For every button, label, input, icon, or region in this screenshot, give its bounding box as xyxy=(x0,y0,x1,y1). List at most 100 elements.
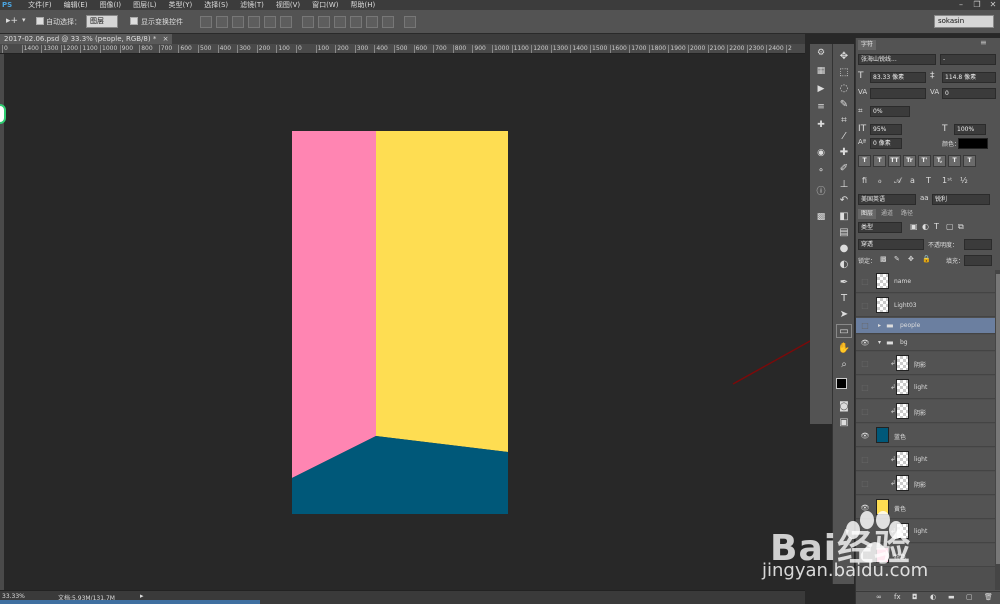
move-tool-icon[interactable]: ▸+ xyxy=(6,16,18,26)
menu-item[interactable]: 窗口(W) xyxy=(312,0,338,10)
hand-tool-icon[interactable]: ✋ xyxy=(836,342,852,356)
info-icon[interactable]: ⓘ xyxy=(813,184,829,197)
distribute-right-icon[interactable] xyxy=(382,16,394,28)
quick-mask-icon[interactable]: ◙ xyxy=(836,400,852,414)
styles-icon[interactable]: ✚ xyxy=(813,120,829,132)
new-layer-icon[interactable]: ▢ xyxy=(966,593,973,601)
visibility-eye-icon[interactable]: □ xyxy=(860,455,870,465)
type-style-button[interactable]: T xyxy=(948,155,961,167)
navigator-icon[interactable]: ▩ xyxy=(813,212,829,224)
menu-item[interactable]: 图像(I) xyxy=(100,0,122,10)
visibility-eye-icon[interactable]: □ xyxy=(860,383,870,393)
brush-tool-icon[interactable]: ✐ xyxy=(836,162,852,176)
visibility-eye-icon[interactable]: □ xyxy=(860,301,870,311)
menu-item[interactable]: 编辑(E) xyxy=(64,0,88,10)
close-window-icon[interactable]: ✕ xyxy=(986,0,1000,10)
align-right-icon[interactable] xyxy=(280,16,292,28)
swash-icon[interactable]: 𝒜 xyxy=(894,176,902,186)
document-tab[interactable]: 2017-02.06.psd @ 33.3% (people, RGB/8) *… xyxy=(0,34,173,44)
type-style-button[interactable]: T, xyxy=(933,155,946,167)
distribute-vcenter-icon[interactable] xyxy=(318,16,330,28)
stamp-tool-icon[interactable]: ⊥ xyxy=(836,178,852,192)
menu-item[interactable]: 文件(F) xyxy=(28,0,52,10)
auto-select-checkbox[interactable] xyxy=(36,17,44,25)
fx-icon[interactable]: fx xyxy=(894,593,901,601)
brush-preset-icon[interactable]: ◉ xyxy=(813,148,829,160)
baseline-field[interactable]: 0 像素 xyxy=(870,138,902,149)
visibility-eye-icon[interactable]: □ xyxy=(860,407,870,417)
align-top-icon[interactable] xyxy=(200,16,212,28)
crop-tool-icon[interactable]: ⌗ xyxy=(836,114,852,128)
align-bottom-icon[interactable] xyxy=(232,16,244,28)
layers-panel-tab[interactable]: 通道 xyxy=(878,209,896,219)
type-style-button[interactable]: T xyxy=(873,155,886,167)
group-expand-icon[interactable]: ▾ xyxy=(878,339,881,346)
actions-icon[interactable]: ▶ xyxy=(813,84,829,96)
status-arrow-icon[interactable]: ▸ xyxy=(140,592,144,600)
lasso-tool-icon[interactable]: ◌ xyxy=(836,82,852,96)
lock-position-icon[interactable]: ✥ xyxy=(908,255,914,263)
visibility-eye-icon[interactable]: □ xyxy=(860,321,870,331)
panel-menu-icon[interactable]: ≡ xyxy=(980,38,987,47)
menu-item[interactable]: 滤镜(T) xyxy=(240,0,264,10)
auto-align-icon[interactable] xyxy=(404,16,416,28)
align-hcenter-icon[interactable] xyxy=(264,16,276,28)
layers-scrollbar[interactable] xyxy=(995,270,1000,590)
visibility-eye-icon[interactable]: □ xyxy=(860,479,870,489)
menu-item[interactable]: 选择(S) xyxy=(204,0,228,10)
hscale-field[interactable]: 100% xyxy=(954,124,986,135)
distribute-top-icon[interactable] xyxy=(302,16,314,28)
healing-brush-icon[interactable]: ✚ xyxy=(836,146,852,160)
gradient-tool-icon[interactable]: ▤ xyxy=(836,226,852,240)
eyedropper-icon[interactable]: ⁄ xyxy=(836,130,852,144)
layer-row[interactable]: □ Light03 xyxy=(856,294,995,317)
font-style-select[interactable]: - xyxy=(940,54,996,65)
quick-select-icon[interactable]: ✎ xyxy=(836,98,852,112)
menu-item[interactable]: 视图(V) xyxy=(276,0,300,10)
visibility-eye-icon[interactable]: 👁 xyxy=(860,431,870,441)
lock-transparent-icon[interactable]: ▩ xyxy=(880,255,887,263)
zoom-tool-icon[interactable]: ⌕ xyxy=(836,358,852,372)
filter-pixel-icon[interactable]: ▣ xyxy=(910,222,918,231)
distribute-bottom-icon[interactable] xyxy=(334,16,346,28)
type-style-button[interactable]: T xyxy=(858,155,871,167)
menu-item[interactable]: 类型(Y) xyxy=(168,0,192,10)
lock-all-icon[interactable]: 🔒 xyxy=(922,255,931,263)
antialias-select[interactable]: 锐利 xyxy=(932,194,990,205)
blur-tool-icon[interactable]: ● xyxy=(836,242,852,256)
menu-item[interactable]: 帮助(H) xyxy=(351,0,376,10)
type-style-button[interactable]: Tr xyxy=(903,155,916,167)
layer-row[interactable]: 👁 蓝色 xyxy=(856,424,995,447)
visibility-eye-icon[interactable]: 👁 xyxy=(860,338,870,348)
distribute-hcenter-icon[interactable] xyxy=(366,16,378,28)
filter-shape-icon[interactable]: ▢ xyxy=(946,222,954,231)
font-family-select[interactable]: 张海山锐线... xyxy=(858,54,936,65)
text-color-swatch[interactable] xyxy=(958,138,988,149)
zoom-level[interactable]: 33.33% xyxy=(2,593,25,600)
move-tool-icon[interactable]: ✥ xyxy=(836,50,852,64)
tracking-field[interactable]: 0 xyxy=(942,88,996,99)
fraction-icon[interactable]: ½ xyxy=(960,176,968,185)
link-icon[interactable]: ∞ xyxy=(876,593,882,601)
filter-adjust-icon[interactable]: ◐ xyxy=(922,222,929,231)
adjust-icon[interactable]: ≡ xyxy=(813,102,829,114)
clone-source-icon[interactable]: ⚬ xyxy=(813,166,829,178)
dodge-tool-icon[interactable]: ◐ xyxy=(836,258,852,272)
type-style-button[interactable]: T xyxy=(963,155,976,167)
history-icon[interactable]: ⚙ xyxy=(813,48,829,60)
tab-character[interactable]: 字符 xyxy=(858,40,877,50)
pen-tool-icon[interactable]: ✒ xyxy=(836,276,852,290)
group-expand-icon[interactable]: ▸ xyxy=(878,322,881,329)
font-size-field[interactable]: 83.33 像素 xyxy=(870,72,926,83)
screen-mode-icon[interactable]: ▣ xyxy=(836,416,852,430)
menu-item[interactable]: 图层(L) xyxy=(133,0,156,10)
filter-smart-icon[interactable]: ⧉ xyxy=(958,222,964,232)
title-alt-icon[interactable]: T xyxy=(926,176,931,185)
align-left-icon[interactable] xyxy=(248,16,260,28)
adjustment-icon[interactable]: ◐ xyxy=(930,593,936,601)
visibility-eye-icon[interactable]: □ xyxy=(860,359,870,369)
vscale-field[interactable]: 95% xyxy=(870,124,902,135)
type-style-button[interactable]: T' xyxy=(918,155,931,167)
layer-row[interactable]: □ name xyxy=(856,270,995,293)
type-style-button[interactable]: TT xyxy=(888,155,901,167)
